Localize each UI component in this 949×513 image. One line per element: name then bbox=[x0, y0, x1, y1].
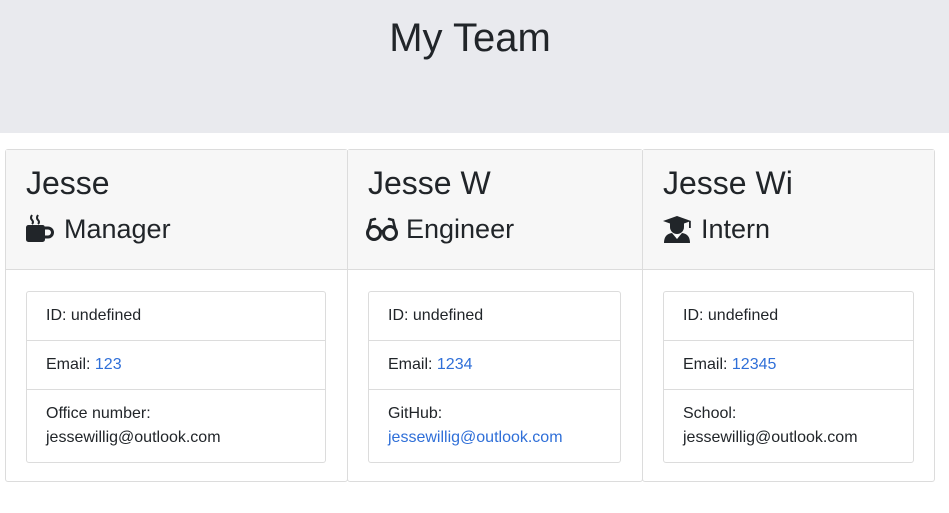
employee-role: Engineer bbox=[366, 212, 514, 246]
list-item-school: School: jessewillig@outlook.com bbox=[664, 390, 913, 462]
card-header: Jesse Wi Intern bbox=[643, 150, 934, 270]
email-link[interactable]: 1234 bbox=[437, 356, 473, 373]
employee-card-engineer: Jesse W Engineer ID: undefined Email: 12… bbox=[347, 149, 643, 482]
card-header: Jesse W Engineer bbox=[348, 150, 642, 270]
employee-role: Manager bbox=[24, 212, 171, 246]
role-label: Intern bbox=[701, 214, 771, 244]
employee-details-list: ID: undefined Email: 12345 School: jesse… bbox=[663, 291, 914, 463]
school-label: School: bbox=[683, 405, 737, 422]
github-label: GitHub: bbox=[388, 405, 443, 422]
email-label: Email: bbox=[683, 356, 732, 373]
employee-details-list: ID: undefined Email: 1234 GitHub: jessew… bbox=[368, 291, 621, 463]
id-label: ID: bbox=[683, 307, 708, 324]
employee-details-list: ID: undefined Email: 123 Office number: … bbox=[26, 291, 326, 463]
school-value: jessewillig@outlook.com bbox=[683, 429, 858, 446]
list-item-github: GitHub: jessewillig@outlook.com bbox=[369, 390, 620, 462]
email-label: Email: bbox=[388, 356, 437, 373]
id-value: undefined bbox=[707, 307, 779, 324]
employee-role: Intern bbox=[661, 212, 770, 246]
github-link[interactable]: jessewillig@outlook.com bbox=[388, 426, 601, 450]
email-label: Email: bbox=[46, 356, 95, 373]
office-number-value: jessewillig@outlook.com bbox=[46, 429, 221, 446]
list-item-id: ID: undefined bbox=[664, 292, 913, 341]
id-value: undefined bbox=[70, 307, 142, 324]
id-label: ID: bbox=[46, 307, 71, 324]
role-label: Engineer bbox=[406, 214, 515, 244]
glasses-icon bbox=[366, 213, 398, 245]
page-title: My Team bbox=[389, 16, 551, 60]
email-link[interactable]: 12345 bbox=[732, 356, 777, 373]
list-item-email: Email: 1234 bbox=[369, 341, 620, 390]
card-header: Jesse Manager bbox=[6, 150, 347, 270]
jumbotron-header: My Team bbox=[0, 0, 949, 133]
coffee-icon bbox=[24, 213, 56, 245]
id-value: undefined bbox=[412, 307, 484, 324]
employee-card-intern: Jesse Wi Intern ID: undefined Email: 123… bbox=[642, 149, 935, 482]
employee-name: Jesse bbox=[26, 165, 110, 201]
list-item-office-number: Office number: jessewillig@outlook.com bbox=[27, 390, 325, 462]
employee-name: Jesse Wi bbox=[663, 165, 793, 201]
list-item-id: ID: undefined bbox=[27, 292, 325, 341]
employee-name: Jesse W bbox=[368, 165, 491, 201]
office-number-label: Office number: bbox=[46, 405, 151, 422]
id-label: ID: bbox=[388, 307, 413, 324]
list-item-email: Email: 123 bbox=[27, 341, 325, 390]
email-link[interactable]: 123 bbox=[95, 356, 122, 373]
employee-card-manager: Jesse Manager ID: undefined Email: 123 O… bbox=[5, 149, 348, 482]
role-label: Manager bbox=[64, 214, 171, 244]
list-item-id: ID: undefined bbox=[369, 292, 620, 341]
graduate-icon bbox=[661, 213, 693, 245]
list-item-email: Email: 12345 bbox=[664, 341, 913, 390]
